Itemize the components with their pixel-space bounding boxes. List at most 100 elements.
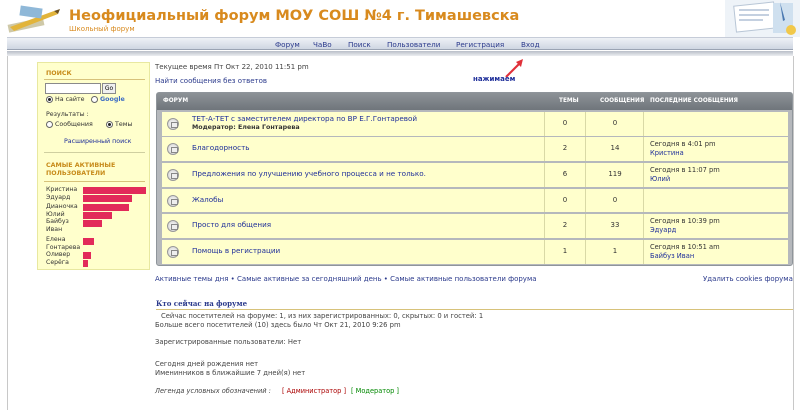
active-user-bar (83, 260, 88, 267)
posts-cell: 33 (585, 214, 643, 238)
forum-row[interactable]: Предложения по улучшению учебного процес… (162, 163, 788, 187)
current-time: Текущее время Пт Окт 22, 2010 11:51 pm (155, 63, 309, 71)
unanswered-link[interactable]: Найти сообщения без ответов (155, 77, 267, 85)
col-forum: Форум (163, 98, 189, 104)
who-online-rule (156, 309, 793, 310)
active-user-name[interactable]: Кристина (46, 186, 86, 194)
last-post-cell: Сегодня в 10:51 am Байбуз Иван (643, 240, 788, 264)
radio-posts[interactable] (46, 121, 53, 128)
col-last: Последние сообщения (650, 98, 738, 104)
radio-topics[interactable] (106, 121, 113, 128)
navbar-shadow (7, 51, 793, 56)
forum-row[interactable]: Помощь в регистрации 1 1 Сегодня в 10:51 am… (162, 240, 788, 264)
last-post-cell: Сегодня в 4:01 pm Кристина (643, 137, 788, 161)
active-user-bar (83, 204, 129, 211)
results-label: Результаты : (46, 111, 89, 118)
legend-label: Легенда условных обозначений : (155, 387, 271, 395)
topics-cell: 6 (544, 163, 585, 187)
topics-cell: 2 (544, 137, 585, 161)
active-user-name[interactable]: Эдуард (46, 194, 86, 202)
active-user-name[interactable]: Серёга (46, 259, 86, 267)
forum-row[interactable]: ТЕТ-А-ТЕТ с заместителем директора по ВР… (162, 112, 788, 136)
topics-count: 1 (562, 247, 568, 255)
online-line: Сейчас посетителей на форуме: 1, из них … (161, 312, 484, 320)
active-user-name[interactable]: Байбуз Иван (46, 218, 86, 234)
forum-status-icon (167, 118, 179, 130)
col-posts: Сообщения (600, 98, 645, 104)
active-user-bar (83, 220, 102, 227)
last-post-time: Сегодня в 10:51 am (650, 243, 720, 251)
moderator-name[interactable]: Елена Гонтарева (238, 124, 300, 131)
sidebar-rule (44, 181, 145, 182)
posts-count: 33 (610, 221, 620, 229)
last-post-user[interactable]: Юлий (650, 175, 670, 183)
topics-count: 0 (562, 119, 568, 127)
last-post-cell: Сегодня в 10:39 pm Эдуард (643, 214, 788, 238)
nav-login[interactable]: Вход (521, 40, 540, 49)
topics-cell: 0 (544, 112, 585, 136)
col-topics: Темы (559, 98, 579, 104)
forum-row[interactable]: Благодорность 2 14 Сегодня в 4:01 pm Кристин… (162, 137, 788, 161)
active-user-name[interactable]: Оливер (46, 251, 86, 259)
birthday-week-line: Именинников в ближайшие 7 дней(я) нет (155, 369, 306, 377)
forum-title-link[interactable]: Благодорность (192, 143, 250, 152)
birthday-line: Сегодня дней рождения нет (155, 360, 259, 368)
radio-google-label: Google (100, 96, 125, 103)
forum-title-link[interactable]: ТЕТ-А-ТЕТ с заместителем директора по ВР… (192, 114, 417, 123)
topics-cell: 2 (544, 214, 585, 238)
radio-site[interactable] (46, 96, 53, 103)
last-post-cell (643, 112, 788, 136)
search-input[interactable] (45, 83, 101, 94)
sidebar-rule (44, 79, 145, 80)
search-go-button[interactable]: Go (102, 83, 116, 94)
forum-status-icon (167, 246, 179, 258)
advanced-search-link[interactable]: Расширенный поиск (64, 138, 131, 145)
forum-title-link[interactable]: Предложения по улучшению учебного процес… (192, 169, 426, 178)
active-user-bar (83, 212, 112, 219)
active-user-bar (83, 238, 94, 245)
forum-status-icon (167, 195, 179, 207)
radio-topics-label: Темы (115, 121, 133, 128)
nav-search[interactable]: Поиск (348, 40, 371, 49)
sidebar: Поиск Go На сайте Google Результаты : Со… (37, 62, 150, 270)
active-user-name[interactable]: Елена Гонтарева (46, 236, 86, 252)
forum-table: Форум Темы Сообщения Последние сообщения… (156, 92, 793, 266)
last-post-cell: Сегодня в 11:07 pm Юлий (643, 163, 788, 187)
last-post-user[interactable]: Кристина (650, 149, 684, 157)
sidebar-rule (44, 152, 145, 153)
main-navbar: Форум ЧаВо Поиск Пользователи Регистраци… (7, 37, 793, 50)
active-links[interactable]: Активные темы дня • Самые активные за се… (155, 275, 537, 283)
last-post-user[interactable]: Байбуз Иван (650, 252, 694, 260)
legend-moderator: [ Модератор ] (351, 387, 399, 395)
topics-cell: 1 (544, 240, 585, 264)
legend-admin: [ Администратор ] (282, 387, 347, 395)
posts-cell: 119 (585, 163, 643, 187)
radio-site-label: На сайте (55, 96, 85, 103)
forum-status-icon (167, 220, 179, 232)
active-user-bar (83, 187, 146, 194)
forum-row[interactable]: Просто для общения 2 33 Сегодня в 10:39 pm Э… (162, 214, 788, 238)
site-title[interactable]: Неофициальный форум МОУ СОШ №4 г. Тимаше… (69, 8, 519, 24)
search-title: Поиск (46, 70, 72, 77)
topics-count: 6 (562, 170, 568, 178)
topics-cell: 0 (544, 189, 585, 212)
nav-forum[interactable]: Форум (275, 40, 300, 49)
active-user-name[interactable]: Дианочка (46, 203, 86, 211)
nav-register[interactable]: Регистрация (456, 40, 504, 49)
last-post-time: Сегодня в 11:07 pm (650, 166, 720, 174)
nav-users[interactable]: Пользователи (387, 40, 440, 49)
forum-row[interactable]: Жалобы 0 0 (162, 189, 788, 212)
topics-count: 0 (562, 196, 568, 204)
posts-cell: 1 (585, 240, 643, 264)
delete-cookies-link[interactable]: Удалить cookies форума (703, 275, 793, 283)
topics-count: 2 (562, 221, 568, 229)
site-subtitle: Школьный форум (69, 25, 135, 33)
nav-faq[interactable]: ЧаВо (313, 40, 332, 49)
radio-google[interactable] (91, 96, 98, 103)
last-post-time: Сегодня в 10:39 pm (650, 217, 720, 225)
forum-title-link[interactable]: Жалобы (192, 195, 223, 204)
posts-cell: 0 (585, 112, 643, 136)
forum-title-link[interactable]: Помощь в регистрации (192, 246, 280, 255)
forum-title-link[interactable]: Просто для общения (192, 220, 271, 229)
last-post-user[interactable]: Эдуард (650, 226, 676, 234)
